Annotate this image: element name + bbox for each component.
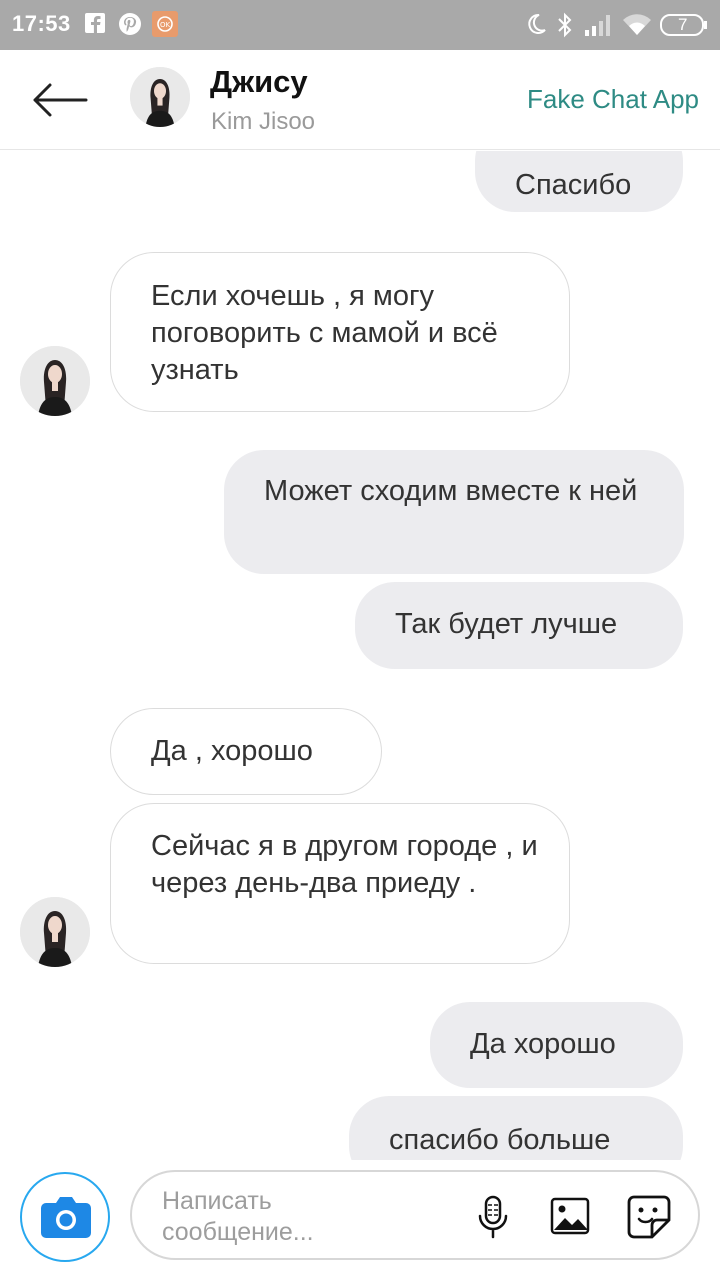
message-text: Сейчас я в другом городе , и через день-… [151,830,538,899]
battery-level: 7 [678,15,688,34]
message-bubble-outgoing[interactable]: Да хорошо [430,1002,683,1088]
status-bar: 17:53 OK 7 [0,0,720,50]
message-input[interactable]: Написать сообщение... [130,1170,700,1260]
wifi-icon [622,14,652,41]
bluetooth-icon [556,12,574,43]
message-bubble-incoming[interactable]: Если хочешь , я могу поговорить с мамой … [110,252,570,412]
message-bubble-incoming[interactable]: Сейчас я в другом городе , и через день-… [110,803,570,964]
sender-avatar[interactable] [20,897,90,967]
chat-header: Джису Kim Jisoo Fake Chat App [0,50,720,150]
message-text: Спасибо [515,169,632,201]
composer-bar: Написать сообщение... [0,1160,720,1280]
app-notification-icon: OK [152,11,178,42]
message-bubble-outgoing[interactable]: Спасибо [475,151,683,212]
message-text: Так будет лучше [395,608,618,640]
status-time: 17:53 [12,11,71,36]
contact-subtitle: Kim Jisoo [211,108,316,135]
message-list[interactable]: Спасибо Если хочешь , я могу поговорить … [0,151,720,1160]
message-bubble-outgoing[interactable]: спасибо больше [349,1096,683,1160]
camera-button[interactable] [20,1172,110,1262]
contact-name: Джису [210,64,308,99]
message-bubble-outgoing[interactable]: Может сходим вместе к ней [224,450,684,574]
message-text: Если хочешь , я могу поговорить с мамой … [151,280,498,386]
message-bubble-incoming[interactable]: Да , хорошо [110,708,382,795]
svg-text:OK: OK [160,21,171,29]
image-icon[interactable] [548,1194,594,1240]
back-arrow-icon[interactable] [30,80,90,120]
pinterest-icon [118,12,142,41]
app-label: Fake Chat App [527,84,699,114]
contact-avatar[interactable] [130,67,190,127]
message-input-placeholder: Написать сообщение... [162,1187,314,1246]
facebook-icon [84,12,106,39]
message-text: Да , хорошо [151,735,313,767]
camera-icon [40,1194,92,1245]
message-bubble-outgoing[interactable]: Так будет лучше [355,582,683,669]
message-text: спасибо больше [389,1124,611,1156]
sender-avatar[interactable] [20,346,90,416]
message-text: Может сходим вместе к ней [264,475,638,507]
message-text: Да хорошо [470,1028,616,1060]
sticker-icon[interactable] [626,1194,672,1240]
microphone-icon[interactable] [470,1194,516,1240]
moon-icon [524,12,548,41]
signal-icon [584,14,612,41]
